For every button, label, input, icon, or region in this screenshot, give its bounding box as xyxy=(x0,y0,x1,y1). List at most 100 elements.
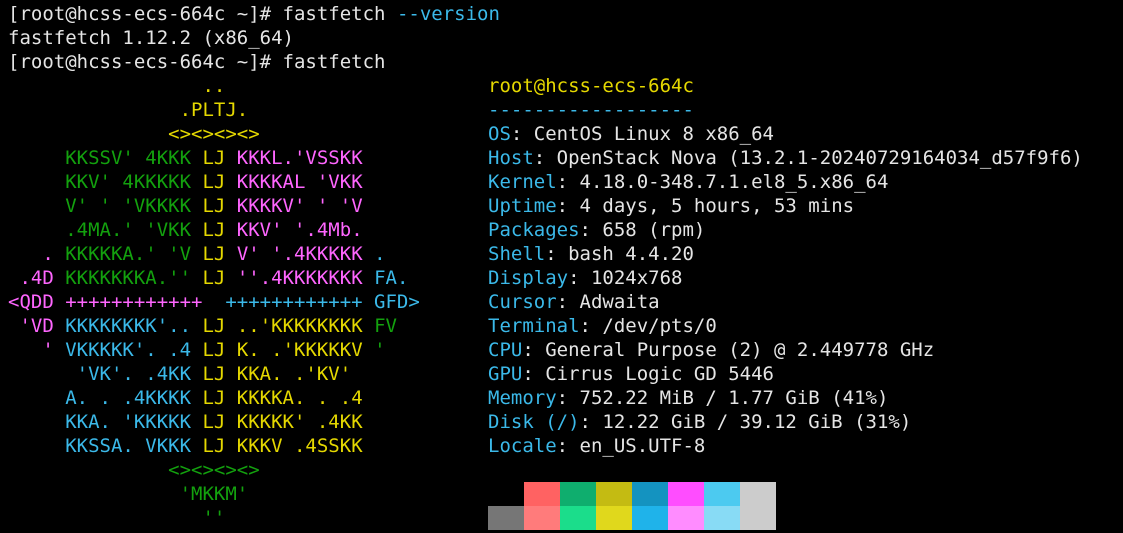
logo-segment: . xyxy=(374,243,386,265)
info-value: 12.22 GiB / 39.12 GiB (31%) xyxy=(602,411,912,433)
terminal-window[interactable]: [root@hcss-ecs-664c ~]# fastfetch --vers… xyxy=(0,0,1123,533)
logo-segment: LJ xyxy=(202,387,226,409)
logo-row: KKV' 4KKKKK LJ KKKKAL 'VKK xyxy=(8,170,420,194)
logo-segment: .4D xyxy=(8,267,66,289)
logo-segment: .. xyxy=(8,75,226,97)
logo-segment: ' xyxy=(374,339,386,361)
logo-segment: KKKKKKKA.'' xyxy=(65,267,203,289)
logo-row: <QDD ++++++++++++ ++++++++++++ GFD> xyxy=(8,290,420,314)
system-info: root@hcss-ecs-664c ------------------ OS… xyxy=(488,74,1083,458)
logo-segment: KKV' 4KKKKK xyxy=(8,171,203,193)
color-swatch xyxy=(524,506,560,530)
color-palette xyxy=(488,482,776,530)
logo-segment: KKKV .4SSKK xyxy=(225,435,363,457)
color-swatch xyxy=(740,482,776,506)
logo-row: . KKKKKA.' 'V LJ V' '.4KKKKK . xyxy=(8,242,420,266)
info-row: Cursor: Adwaita xyxy=(488,291,660,313)
info-value: OpenStack Nova (13.2.1-20240729164034_d5… xyxy=(556,147,1083,169)
logo-segment: KKSSV' 4KKK xyxy=(8,147,203,169)
info-key: Cursor xyxy=(488,291,557,313)
color-swatch xyxy=(560,506,596,530)
logo-row: 'VD KKKKKKKK'.. LJ ..'KKKKKKKK FV xyxy=(8,314,420,338)
info-row: Terminal: /dev/pts/0 xyxy=(488,315,717,337)
info-value: bash 4.4.20 xyxy=(568,243,694,265)
logo-segment: KKKKKA.' 'V xyxy=(65,243,203,265)
logo-segment: A. . .4KKKK xyxy=(8,387,203,409)
logo-row: <><><><> xyxy=(8,122,420,146)
logo-segment: KKKKV' ' 'V xyxy=(225,195,363,217)
logo-segment: <QDD ++++++++++++ xyxy=(8,291,226,313)
logo-segment: LJ xyxy=(202,363,226,385)
logo-segment: FV xyxy=(374,315,397,337)
info-value: 4.18.0-348.7.1.el8_5.x86_64 xyxy=(579,171,889,193)
info-key: Shell xyxy=(488,243,546,265)
separator-line: ------------------ xyxy=(488,99,694,121)
logo-segment: FA. xyxy=(374,267,409,289)
color-swatch xyxy=(488,506,524,530)
info-value: en_US.UTF-8 xyxy=(579,435,706,457)
color-swatch xyxy=(596,482,632,506)
logo-row: .4MA.' 'VKK LJ KKV' '.4Mb. xyxy=(8,218,420,242)
info-value: CentOS Linux 8 x86_64 xyxy=(533,123,774,145)
logo-segment: LJ xyxy=(202,195,226,217)
command-argument: --version xyxy=(385,3,500,25)
command: fastfetch xyxy=(282,51,386,73)
logo-segment: LJ xyxy=(202,339,226,361)
info-row: Uptime: 4 days, 5 hours, 53 mins xyxy=(488,195,855,217)
logo-segment: KKKKK' .4KK xyxy=(225,411,363,433)
logo-row: KKSSA. VKKK LJ KKKV .4SSKK xyxy=(8,434,420,458)
logo-segment: 'VK'. .4KK xyxy=(8,363,203,385)
logo-segment: LJ xyxy=(202,219,226,241)
info-row: GPU: Cirrus Logic GD 5446 xyxy=(488,363,774,385)
logo-segment: LJ xyxy=(202,171,226,193)
logo-segment: K. .'KKKKKV xyxy=(225,339,375,361)
logo-row: A. . .4KKKK LJ KKKKA. . .4 xyxy=(8,386,420,410)
user-host: root@hcss-ecs-664c xyxy=(488,75,694,97)
info-value: 752.22 MiB / 1.77 GiB (41%) xyxy=(579,387,889,409)
info-key: Display xyxy=(488,267,569,289)
info-row: Host: OpenStack Nova (13.2.1-20240729164… xyxy=(488,147,1083,169)
logo-segment: .4MA.' 'VKK xyxy=(8,219,203,241)
distro-logo-ascii: .. .PLTJ. <><><><> KKSSV' 4KKK LJ KKKL.'… xyxy=(8,74,420,530)
logo-segment: LJ xyxy=(202,267,226,289)
info-value: Cirrus Logic GD 5446 xyxy=(545,363,774,385)
info-value: /dev/pts/0 xyxy=(602,315,717,337)
info-row: Disk (/): 12.22 GiB / 39.12 GiB (31%) xyxy=(488,411,912,433)
logo-segment: 'VD xyxy=(8,315,66,337)
logo-segment: VKKKKK'. .4 xyxy=(65,339,203,361)
info-row: CPU: General Purpose (2) @ 2.449778 GHz xyxy=(488,339,935,361)
logo-segment: KKSSA. VKKK xyxy=(8,435,203,457)
info-key: Packages xyxy=(488,219,580,241)
prompt-line-1: [root@hcss-ecs-664c ~]# fastfetch --vers… xyxy=(8,2,500,26)
info-key: Memory xyxy=(488,387,557,409)
logo-row: '' xyxy=(8,506,420,530)
color-swatch xyxy=(596,506,632,530)
logo-row: 'VK'. .4KK LJ KKA. .'KV' xyxy=(8,362,420,386)
palette-row-bright xyxy=(488,506,776,530)
logo-segment: KKA. .'KV' xyxy=(225,363,352,385)
logo-row: .4D KKKKKKKA.'' LJ ''.4KKKKKKK FA. xyxy=(8,266,420,290)
logo-row: .PLTJ. xyxy=(8,98,420,122)
info-row: Shell: bash 4.4.20 xyxy=(488,243,694,265)
info-row: Locale: en_US.UTF-8 xyxy=(488,435,706,457)
color-swatch xyxy=(488,482,524,506)
output-line: fastfetch 1.12.2 (x86_64) xyxy=(8,27,294,49)
logo-row: KKA. 'KKKKK LJ KKKKK' .4KK xyxy=(8,410,420,434)
prompt: [root@hcss-ecs-664c ~]# xyxy=(8,51,283,73)
info-key: Disk (/) xyxy=(488,411,580,433)
palette-row-normal xyxy=(488,482,776,506)
logo-segment: LJ xyxy=(202,147,226,169)
command: fastfetch xyxy=(282,3,386,25)
logo-segment: LJ xyxy=(202,243,226,265)
info-key: Host xyxy=(488,147,534,169)
info-row: Kernel: 4.18.0-348.7.1.el8_5.x86_64 xyxy=(488,171,889,193)
info-value: 1024x768 xyxy=(590,267,683,289)
info-row: OS: CentOS Linux 8 x86_64 xyxy=(488,123,774,145)
color-swatch xyxy=(704,506,740,530)
logo-segment: ..'KKKKKKKK xyxy=(225,315,375,337)
logo-segment: <><><><> xyxy=(8,123,260,145)
color-swatch xyxy=(668,482,704,506)
info-value: General Purpose (2) @ 2.449778 GHz xyxy=(545,339,935,361)
color-swatch xyxy=(668,506,704,530)
info-row: Packages: 658 (rpm) xyxy=(488,219,706,241)
